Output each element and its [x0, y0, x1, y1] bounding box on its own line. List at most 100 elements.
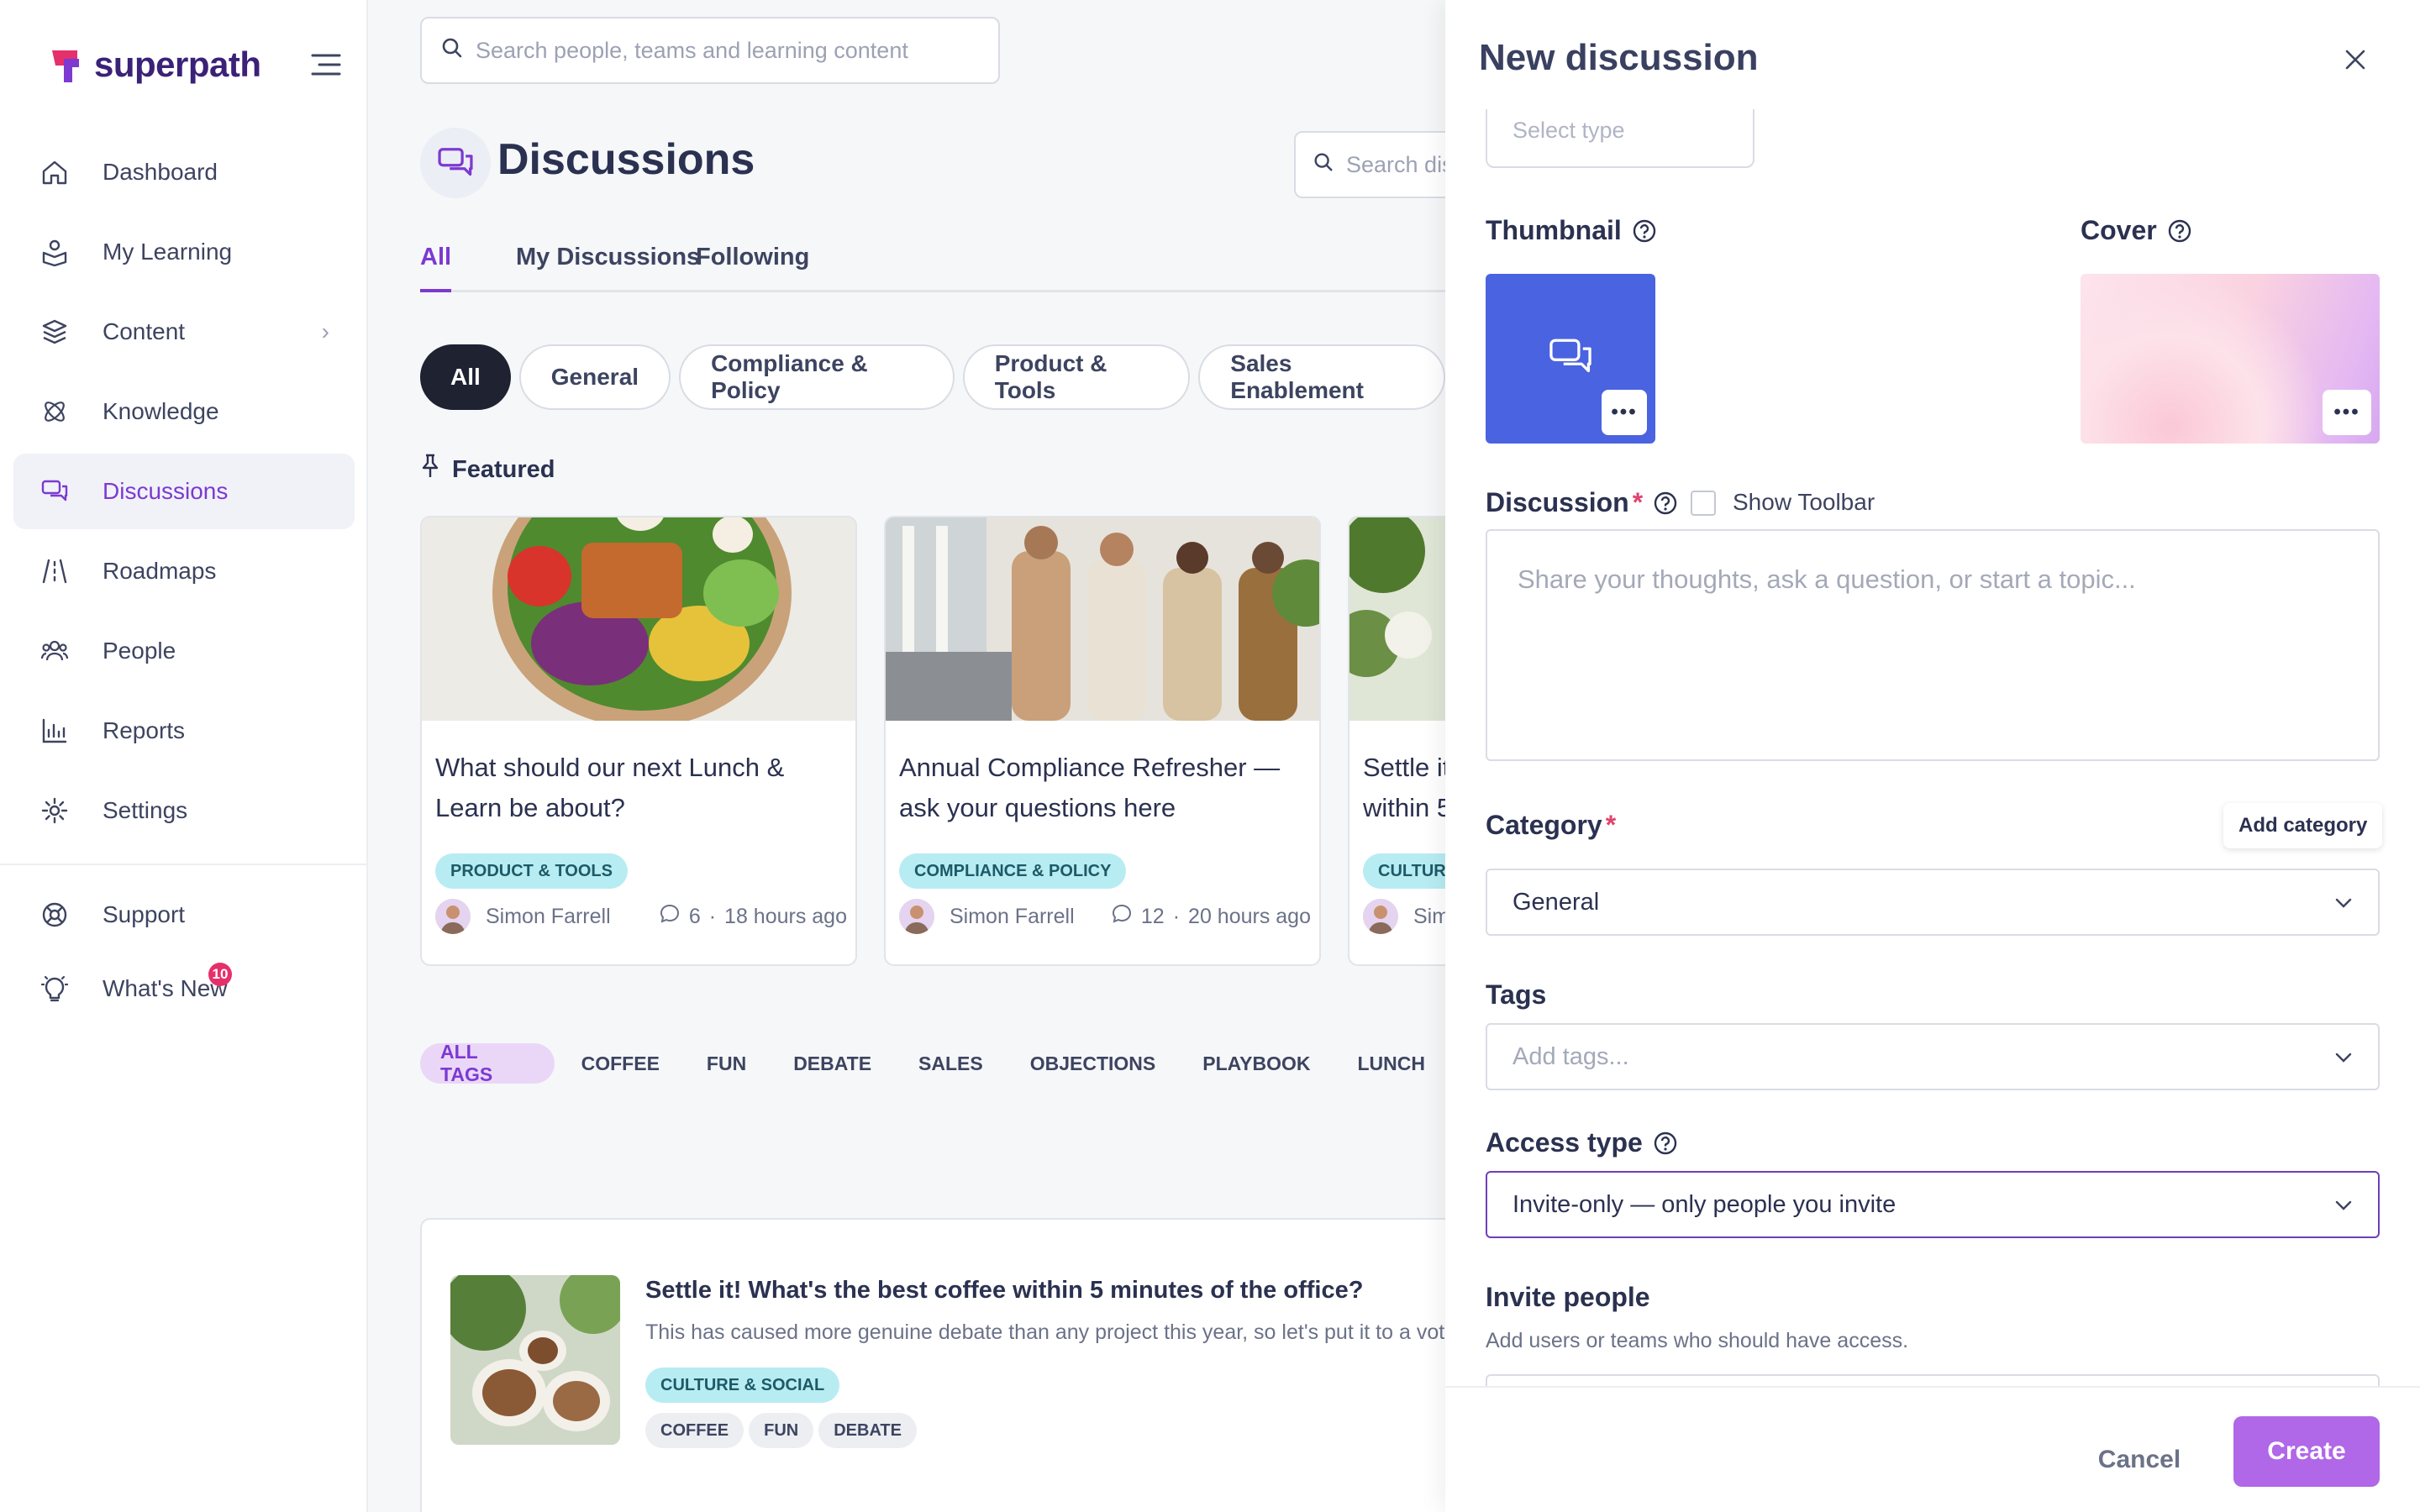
- card-image-salad: [422, 517, 855, 721]
- filter-chip-compliance[interactable]: Compliance & Policy: [679, 344, 955, 410]
- featured-card[interactable]: Settle it! What's the best coffee within…: [1348, 516, 1445, 966]
- tag-filter-fun[interactable]: FUN: [687, 1043, 766, 1084]
- category-tag: PRODUCT & TOOLS: [435, 853, 628, 889]
- list-item-description: This has caused more genuine debate than…: [645, 1320, 1445, 1344]
- category-value: General: [1512, 888, 1600, 916]
- invite-people-input[interactable]: [1486, 1374, 2380, 1386]
- sidebar-item-knowledge[interactable]: Knowledge: [13, 374, 355, 449]
- invite-people-label: Invite people: [1486, 1282, 1650, 1312]
- discussion-search-input[interactable]: Search discussions: [1294, 131, 1445, 198]
- access-type-value: Invite-only — only people you invite: [1512, 1190, 1897, 1218]
- thumbnail-label-text: Thumbnail: [1486, 215, 1622, 245]
- close-icon[interactable]: [2343, 47, 2368, 72]
- tab-following[interactable]: Following: [696, 244, 809, 292]
- category-tag: CULTURE & SOCIAL: [645, 1368, 840, 1403]
- featured-card[interactable]: Annual Compliance Refresher — ask your q…: [884, 516, 1321, 966]
- filter-chip-product-tools[interactable]: Product & Tools: [962, 344, 1191, 410]
- brand-name: superpath: [94, 45, 261, 84]
- chevron-down-icon: [2331, 890, 2356, 916]
- sidebar-item-discussions[interactable]: Discussions: [13, 454, 355, 529]
- thumbnail-preview[interactable]: •••: [1486, 274, 1655, 444]
- sidebar: superpath Dashboard My Learning Content ›…: [0, 0, 368, 1512]
- cancel-button[interactable]: Cancel: [2072, 1425, 2207, 1495]
- main-content: Search people, teams and learning conten…: [370, 0, 1445, 1512]
- tag-filter-lunch[interactable]: LUNCH: [1338, 1043, 1446, 1084]
- show-toolbar-label[interactable]: Show Toolbar: [1733, 489, 1875, 516]
- access-label-text: Access type: [1486, 1127, 1643, 1158]
- panel-form: Select type Thumbnail Cover ••• ••• Disc…: [1445, 109, 2420, 1386]
- featured-heading: Featured: [420, 454, 555, 486]
- comment-icon: [1111, 903, 1133, 931]
- tab-my-discussions[interactable]: My Discussions: [516, 244, 700, 292]
- superpath-logo-icon: [49, 44, 87, 86]
- search-placeholder: Search people, teams and learning conten…: [476, 37, 908, 63]
- comment-icon: [659, 903, 681, 931]
- sidebar-item-reports[interactable]: Reports: [13, 693, 355, 769]
- sidebar-item-people[interactable]: People: [13, 613, 355, 689]
- card-image-coffee: [1349, 517, 1445, 721]
- global-search-input[interactable]: Search people, teams and learning conten…: [420, 17, 1000, 84]
- people-icon: [39, 635, 71, 667]
- tag-filter-objections[interactable]: OBJECTIONS: [1010, 1043, 1176, 1084]
- more-options-icon[interactable]: •••: [1602, 390, 1647, 435]
- help-icon[interactable]: [1632, 218, 1657, 244]
- tags-select[interactable]: Add tags...: [1486, 1023, 2380, 1090]
- tag-filter-all[interactable]: ALL TAGS: [420, 1041, 555, 1085]
- cover-preview[interactable]: •••: [2081, 274, 2380, 444]
- sidebar-item-settings[interactable]: Settings: [13, 773, 355, 848]
- help-icon[interactable]: [1653, 491, 1678, 516]
- help-icon[interactable]: [1653, 1131, 1678, 1156]
- tab-all[interactable]: All: [420, 244, 452, 292]
- tag-coffee[interactable]: COFFEE: [645, 1413, 744, 1448]
- sidebar-item-content[interactable]: Content ›: [13, 294, 355, 370]
- access-type-select[interactable]: Invite-only — only people you invite: [1486, 1171, 2380, 1238]
- search-icon: [1313, 151, 1334, 179]
- create-button[interactable]: Create: [2233, 1416, 2380, 1487]
- sidebar-item-support[interactable]: Support: [13, 877, 355, 953]
- chart-icon: [39, 715, 71, 747]
- category-label: Category *: [1486, 810, 1616, 841]
- category-tag: COMPLIANCE & POLICY: [899, 853, 1127, 889]
- divider: [0, 864, 366, 865]
- dot-separator: ·: [708, 904, 717, 928]
- author-name: Simon Farrell: [486, 904, 611, 928]
- sidebar-item-roadmaps[interactable]: Roadmaps: [13, 533, 355, 609]
- search-placeholder: Search discussions: [1346, 151, 1445, 177]
- discussion-list-item[interactable]: Settle it! What's the best coffee within…: [420, 1218, 1445, 1512]
- gear-icon: [39, 795, 71, 827]
- featured-card[interactable]: What should our next Lunch & Learn be ab…: [420, 516, 857, 966]
- filter-chip-all[interactable]: All: [420, 344, 511, 410]
- add-category-button[interactable]: Add category: [2223, 803, 2383, 848]
- avatar: [899, 899, 934, 934]
- card-meta: Simon Farrell: [1363, 899, 1445, 934]
- more-options-icon[interactable]: •••: [2323, 390, 2371, 435]
- card-title: Annual Compliance Refresher — ask your q…: [899, 753, 1281, 822]
- discussion-label: Discussion *: [1486, 487, 1678, 518]
- logo[interactable]: superpath: [49, 44, 261, 86]
- sidebar-item-whats-new[interactable]: What's New: [13, 951, 355, 1026]
- list-item-title[interactable]: Settle it! What's the best coffee within…: [645, 1277, 1363, 1305]
- panel-footer: Cancel Create: [1445, 1386, 2420, 1512]
- tag-fun[interactable]: FUN: [749, 1413, 814, 1448]
- menu-toggle-icon[interactable]: [309, 52, 343, 77]
- tag-filter-playbook[interactable]: PLAYBOOK: [1182, 1043, 1330, 1084]
- featured-label: Featured: [452, 455, 555, 483]
- cover-label: Cover: [2081, 215, 2192, 246]
- show-toolbar-checkbox[interactable]: [1691, 491, 1716, 516]
- sidebar-item-my-learning[interactable]: My Learning: [13, 214, 355, 290]
- category-select[interactable]: General: [1486, 869, 2380, 936]
- type-select[interactable]: Select type: [1486, 109, 1754, 168]
- tag-filter-coffee[interactable]: COFFEE: [561, 1043, 680, 1084]
- tag-filter-debate[interactable]: DEBATE: [773, 1043, 892, 1084]
- filter-chip-general[interactable]: General: [518, 344, 671, 410]
- help-icon[interactable]: [2167, 218, 2192, 244]
- sidebar-nav: Dashboard My Learning Content › Knowledge…: [13, 134, 355, 853]
- discussion-textarea[interactable]: Share your thoughts, ask a question, or …: [1486, 529, 2380, 761]
- tag-debate[interactable]: DEBATE: [818, 1413, 917, 1448]
- atom-icon: [39, 396, 71, 428]
- tag-filter-sales[interactable]: SALES: [898, 1043, 1003, 1084]
- sidebar-item-label: Dashboard: [103, 159, 218, 185]
- filter-chip-sales-enablement[interactable]: Sales Enablement: [1198, 344, 1445, 410]
- sidebar-item-label: People: [103, 638, 176, 664]
- sidebar-item-dashboard[interactable]: Dashboard: [13, 134, 355, 210]
